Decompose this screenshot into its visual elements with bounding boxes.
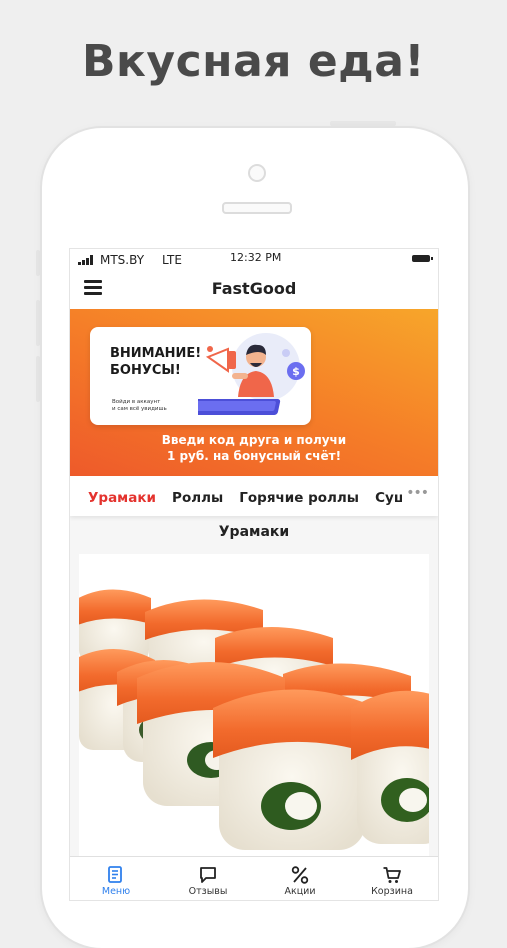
cart-icon — [383, 867, 401, 883]
app-title: FastGood — [211, 279, 297, 298]
phone-side-button — [36, 356, 40, 402]
promo-banner-text: Введи код друга и получи 1 руб. на бонус… — [161, 433, 347, 463]
promo-card: ВНИМАНИЕ! БОНУСЫ! Войди в аккаунт и сам … — [90, 327, 311, 425]
status-time: 12:32 PM — [230, 251, 282, 264]
promo-subtitle: Войди в аккаунт и сам всё увидишь — [112, 399, 167, 412]
chat-bubble-icon — [200, 867, 216, 883]
network-type: LTE — [162, 253, 182, 267]
phone-side-button — [36, 250, 40, 276]
tab-menu[interactable]: Меню — [70, 857, 162, 900]
category-tab-hot-rolls[interactable]: Горячие роллы — [239, 490, 359, 506]
product-image-uramaki[interactable] — [79, 554, 429, 856]
category-tab-rolls[interactable]: Роллы — [172, 490, 223, 506]
tab-cart[interactable]: Корзина — [346, 857, 438, 900]
tab-promotions[interactable]: Акции — [254, 857, 346, 900]
category-tab-uramaki[interactable]: Урамаки — [88, 490, 156, 506]
battery-icon — [412, 255, 433, 262]
category-tabs: Урамаки Роллы Горячие роллы Суши ••• — [70, 476, 438, 516]
phone-speaker — [222, 202, 292, 214]
promo-person-illustration: $ — [198, 333, 305, 415]
tab-cart-label: Корзина — [371, 886, 413, 897]
tab-reviews-label: Отзывы — [188, 886, 228, 897]
tab-menu-label: Меню — [101, 886, 131, 897]
phone-power-button — [330, 121, 396, 126]
status-bar: MTS.BY LTE 12:32 PM — [70, 249, 438, 271]
svg-text:$: $ — [292, 365, 300, 378]
carrier-name: MTS.BY — [100, 253, 145, 267]
category-scroll[interactable]: Урамаки Роллы Горячие роллы Суши — [88, 487, 402, 506]
percent-icon — [291, 866, 309, 884]
signal-icon — [78, 255, 96, 265]
more-categories-icon[interactable]: ••• — [406, 485, 429, 501]
promo-banner[interactable]: ВНИМАНИЕ! БОНУСЫ! Войди в аккаунт и сам … — [70, 309, 438, 476]
tab-reviews[interactable]: Отзывы — [162, 857, 254, 900]
bottom-tab-bar: Меню Отзывы Акции Корзина — [70, 856, 438, 900]
top-navbar: FastGood — [70, 271, 438, 309]
category-tab-sushi[interactable]: Суши — [375, 490, 402, 506]
sushi-rolls-illustration — [79, 554, 429, 856]
menu-content: Урамаки — [70, 516, 438, 856]
tab-promotions-label: Акции — [284, 886, 316, 897]
headline: Вкусная еда! — [82, 36, 425, 87]
menu-document-icon — [108, 866, 122, 883]
phone-side-button — [36, 300, 40, 346]
phone-camera — [248, 164, 266, 182]
app-screen: MTS.BY LTE 12:32 PM FastGood ВНИМАНИЕ! Б… — [70, 249, 438, 900]
section-title: Урамаки — [218, 524, 290, 540]
